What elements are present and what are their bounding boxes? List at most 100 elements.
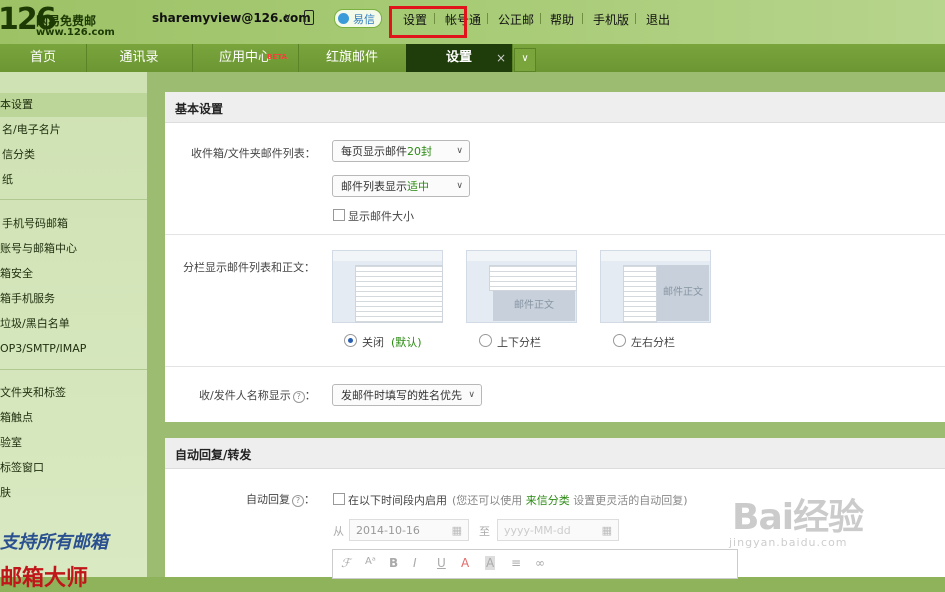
separator xyxy=(635,13,636,24)
bold-icon[interactable]: B xyxy=(389,556,398,570)
tab-label: 应用中心 xyxy=(218,50,271,65)
tab-contacts[interactable]: 通讯录 xyxy=(86,44,193,72)
preview-mail-body: 邮件正文 xyxy=(493,291,575,321)
sidebar-item-stationery[interactable]: 纸 xyxy=(0,168,147,192)
split-horizontal-label: 左右分栏 xyxy=(631,336,675,349)
sidebar-item-label: 纸 xyxy=(2,173,13,186)
sidebar-item-basic-settings[interactable]: 本设置 xyxy=(0,93,147,117)
logout-link[interactable]: 退出 xyxy=(646,11,670,28)
split-off-radio[interactable] xyxy=(344,334,357,347)
font-color-icon[interactable]: A xyxy=(461,556,469,570)
auto-reply-label: 自动回复?： xyxy=(246,493,315,507)
auto-reply-checkbox[interactable] xyxy=(333,493,345,505)
sidebar-item-label: 账号与邮箱中心 xyxy=(0,242,77,255)
yixin-label: 易信 xyxy=(353,13,375,26)
notary-mail-link[interactable]: 公正邮 xyxy=(498,11,534,28)
sidebar-item-label: 名/电子名片 xyxy=(2,123,61,136)
sidebar-item-label: 箱手机服务 xyxy=(0,292,55,305)
to-label: 至 xyxy=(479,525,490,538)
help-icon[interactable]: ? xyxy=(292,495,304,507)
sidebar-item-mail-filter[interactable]: 信分类 xyxy=(0,143,147,167)
promo-slogan[interactable]: 支持所有邮箱 xyxy=(0,528,108,554)
italic-icon[interactable]: I xyxy=(413,556,417,570)
split-vertical-radio[interactable] xyxy=(479,334,492,347)
auto-reply-hint: (您还可以使用 来信分类 设置更灵活的自动回复) xyxy=(452,492,688,508)
separator xyxy=(487,13,488,24)
align-icon[interactable]: ≡ xyxy=(511,556,521,570)
yixin-button[interactable]: 易信 xyxy=(334,9,382,28)
auto-reply-text: 自动回复 xyxy=(246,493,290,506)
sidebar-item-label: 垃圾/黑白名单 xyxy=(0,317,70,330)
sidebar-divider xyxy=(0,369,147,370)
preview-mail-list xyxy=(355,265,443,323)
sidebar-item-label: 箱安全 xyxy=(0,267,33,280)
select-value: 发邮件时填写的姓名优先 xyxy=(341,389,462,402)
underline-icon[interactable]: U xyxy=(437,556,446,570)
sidebar-item-folders[interactable]: 文件夹和标签 xyxy=(0,381,147,405)
help-link[interactable]: 帮助 xyxy=(550,11,574,28)
sidebar-item-label: 肤 xyxy=(0,486,11,499)
tab-red-flag-mail[interactable]: 红旗邮件 xyxy=(298,44,407,72)
calendar-icon[interactable]: ▦ xyxy=(602,520,612,542)
hint-suffix: 设置更灵活的自动回复) xyxy=(573,494,688,507)
link-icon[interactable]: ∞ xyxy=(535,556,545,570)
show-size-checkbox[interactable] xyxy=(333,209,345,221)
sidebar-item-mobile-service[interactable]: 箱手机服务 xyxy=(0,287,147,311)
start-date-value: 2014-10-16 xyxy=(356,524,420,537)
end-date-input[interactable]: yyyy-MM-dd ▦ xyxy=(497,519,619,541)
sidebar-item-signature[interactable]: 名/电子名片 xyxy=(0,118,147,142)
separator xyxy=(582,13,583,24)
chevron-down-icon[interactable]: ∨ xyxy=(284,12,291,23)
select-value: 20封 xyxy=(407,145,432,158)
split-off-preview[interactable] xyxy=(332,250,443,323)
from-label: 从 xyxy=(333,525,344,538)
font-icon[interactable]: ℱ xyxy=(341,556,350,570)
per-page-select[interactable]: 每页显示邮件20封 ∨ xyxy=(332,140,470,162)
split-vertical-preview[interactable]: 邮件正文 xyxy=(466,250,577,323)
chevron-down-icon: ∨ xyxy=(521,53,529,64)
sidebar-item-account-center[interactable]: 账号与邮箱中心 xyxy=(0,237,147,261)
tab-app-center[interactable]: 应用中心 BETA xyxy=(192,44,299,72)
annotation-highlight-box xyxy=(389,6,467,38)
sidebar-item-lab[interactable]: 验室 xyxy=(0,431,147,455)
list-density-select[interactable]: 邮件列表显示适中 ∨ xyxy=(332,175,470,197)
beta-badge: BETA xyxy=(267,53,287,61)
sidebar-item-touchpoint[interactable]: 箱触点 xyxy=(0,406,147,430)
watermark-brand: Bai经验 xyxy=(732,497,864,538)
mobile-phone-icon[interactable] xyxy=(304,10,314,25)
split-horizontal-radio[interactable] xyxy=(613,334,626,347)
font-size-icon[interactable]: Aᵃ xyxy=(365,556,376,567)
highlight-color-icon[interactable]: A xyxy=(485,556,496,570)
split-view-label: 分栏显示邮件列表和正文： xyxy=(183,261,315,274)
sidebar-item-security[interactable]: 箱安全 xyxy=(0,262,147,286)
sidebar-item-label: 标签窗口 xyxy=(0,461,44,474)
mail-filter-link[interactable]: 来信分类 xyxy=(526,494,570,507)
sidebar-item-phone-mailbox[interactable]: 手机号码邮箱 xyxy=(0,212,147,236)
preview-mail-list xyxy=(489,265,577,291)
sender-name-select[interactable]: 发邮件时填写的姓名优先 ∨ xyxy=(332,384,482,406)
close-icon[interactable]: × xyxy=(496,44,506,72)
sidebar-item-pop3[interactable]: OP3/SMTP/IMAP xyxy=(0,337,147,361)
sidebar-item-spam[interactable]: 垃圾/黑白名单 xyxy=(0,312,147,336)
reply-editor[interactable]: ℱ Aᵃ B I U A A ≡ ∞ xyxy=(332,549,738,579)
show-size-label: 显示邮件大小 xyxy=(348,210,414,223)
start-date-input[interactable]: 2014-10-16 ▦ xyxy=(349,519,469,541)
sidebar-item-skin[interactable]: 肤 xyxy=(0,481,147,505)
tab-label: 设置 xyxy=(445,50,472,65)
tab-home[interactable]: 首页 xyxy=(0,44,87,72)
tab-more-button[interactable]: ∨ xyxy=(514,48,536,72)
baidu-watermark: Bai经验 jingyan.baidu.com xyxy=(722,480,922,560)
split-horizontal-preview[interactable]: 邮件正文 xyxy=(600,250,711,323)
promo-title[interactable]: 邮箱大师 xyxy=(0,560,88,592)
help-icon[interactable]: ? xyxy=(292,391,305,403)
inbox-list-label: 收件箱/文件夹邮件列表： xyxy=(191,147,316,160)
chevron-down-icon: ∨ xyxy=(456,181,463,191)
sidebar-item-multi-tab[interactable]: 标签窗口 xyxy=(0,456,147,480)
mobile-version-link[interactable]: 手机版 xyxy=(593,11,629,28)
auto-reply-enable-label: 在以下时间段内启用 xyxy=(348,494,447,507)
separator xyxy=(540,13,541,24)
calendar-icon[interactable]: ▦ xyxy=(452,520,462,542)
yixin-icon xyxy=(338,13,349,24)
select-value: 适中 xyxy=(407,180,429,193)
sender-name-label: 收/发件人名称显示?： xyxy=(199,389,316,403)
